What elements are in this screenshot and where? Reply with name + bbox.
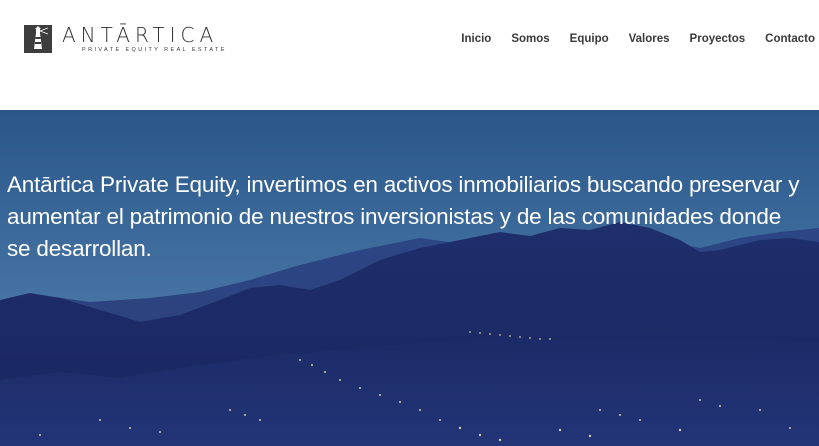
nav-item-proyectos[interactable]: Proyectos: [690, 33, 746, 45]
mountain-landscape-image: [0, 110, 819, 446]
lighthouse-icon: [24, 25, 52, 53]
nav-item-somos[interactable]: Somos: [511, 33, 549, 45]
brand-tagline: PRIVATE EQUITY REAL ESTATE: [82, 47, 227, 53]
brand-text: ANTĀRTICA PRIVATE EQUITY REAL ESTATE: [62, 23, 227, 54]
nav-item-inicio[interactable]: Inicio: [461, 33, 491, 45]
brand-name: ANTĀRTICA: [62, 23, 219, 47]
main-nav: Inicio Somos Equipo Valores Proyectos Co…: [441, 33, 815, 45]
nav-item-equipo[interactable]: Equipo: [570, 33, 609, 45]
site-header: ANTĀRTICA PRIVATE EQUITY REAL ESTATE Ini…: [0, 0, 819, 110]
nav-item-valores[interactable]: Valores: [629, 33, 670, 45]
brand-logo[interactable]: ANTĀRTICA PRIVATE EQUITY REAL ESTATE: [24, 24, 227, 54]
nav-item-contacto[interactable]: Contacto: [765, 33, 815, 45]
hero-headline: Antārtica Private Equity, invertimos en …: [7, 171, 800, 261]
hero-section: Antārtica Private Equity, invertimos en …: [0, 110, 819, 446]
